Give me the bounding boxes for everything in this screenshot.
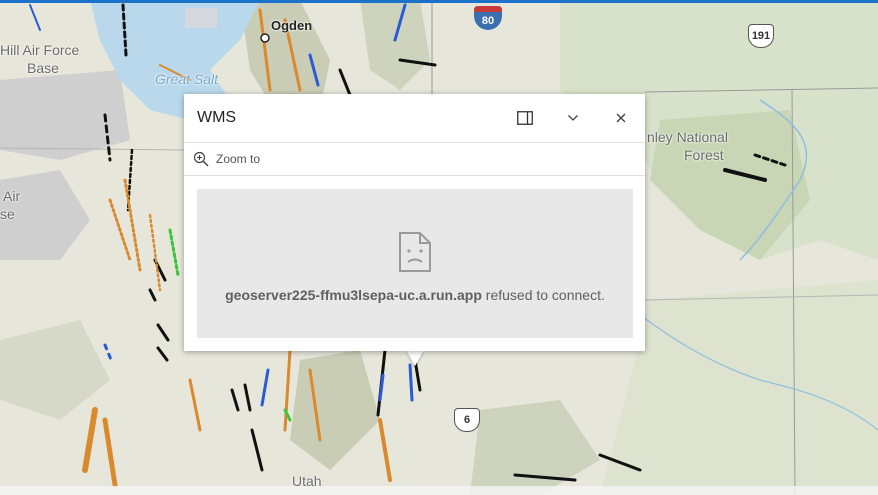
top-accent-bar	[0, 0, 878, 3]
popup-title: WMS	[197, 109, 237, 126]
map-label-hill-afb-base: Base	[27, 60, 59, 76]
dock-icon	[517, 111, 533, 125]
map-label-national-forest: nley National	[647, 129, 728, 145]
popup-actions-bar: Zoom to	[184, 143, 645, 176]
collapse-button[interactable]	[549, 94, 597, 142]
close-button[interactable]	[597, 94, 645, 142]
map-attribution-strip	[0, 486, 878, 495]
chevron-down-icon	[568, 115, 578, 121]
popup-frame-content: geoserver225-ffmu3lsepa-uc.a.run.app ref…	[197, 189, 633, 338]
map-label-air-base: se	[0, 206, 15, 222]
error-message: geoserver225-ffmu3lsepa-uc.a.run.app ref…	[217, 286, 613, 304]
map-label-great-salt: Great Salt	[155, 71, 219, 87]
popup-header: WMS	[184, 94, 645, 143]
popup-pointer	[406, 350, 424, 366]
us-6-shield: 6	[454, 408, 480, 432]
close-icon	[616, 113, 626, 123]
dock-button[interactable]	[501, 94, 549, 142]
us-191-shield: 191	[748, 24, 774, 48]
zoom-in-icon	[193, 151, 209, 167]
wms-popup: WMS Zoom to geoserver225-ffmu3lsepa-uc.a…	[184, 94, 645, 351]
error-text: refused to connect.	[481, 287, 605, 303]
error-host: geoserver225-ffmu3lsepa-uc.a.run.app	[225, 287, 482, 303]
map-label-ogden: Ogden	[271, 18, 313, 33]
map-label-hill-afb: Hill Air Force	[0, 42, 80, 58]
zoom-to-action[interactable]: Zoom to	[193, 151, 260, 167]
broken-page-icon	[197, 231, 633, 278]
zoom-to-label: Zoom to	[216, 152, 261, 166]
map-label-air: Air	[3, 188, 21, 204]
map-label-forest: Forest	[684, 147, 724, 163]
